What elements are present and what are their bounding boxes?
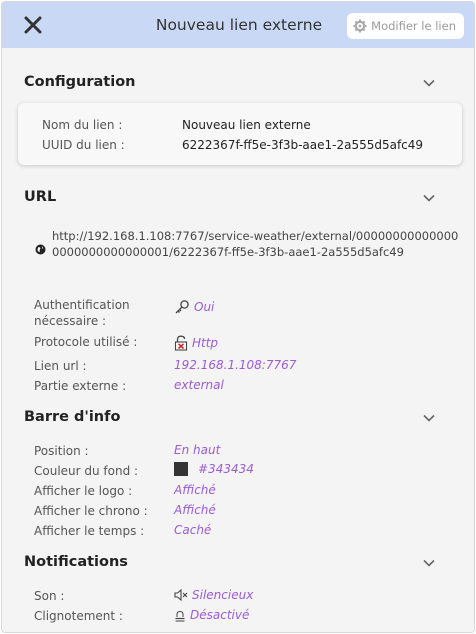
section-title-info-bar: Barre d'info — [24, 409, 121, 425]
show-time-value: Caché — [174, 523, 212, 537]
show-logo-value: Affiché — [174, 483, 216, 497]
notifications-toggle[interactable] — [422, 556, 436, 570]
external-part-label: Partie externe : — [34, 379, 127, 393]
sound-value: Silencieux — [192, 588, 254, 602]
link-uuid-value: 6222367f-ff5e-3f3b-aae1-2a555d5afc49 — [182, 138, 424, 152]
unlock-icon — [174, 335, 188, 351]
info-bar-toggle[interactable] — [422, 411, 436, 425]
edit-link-button[interactable]: Modifier le lien — [347, 13, 464, 39]
dialog: Nouveau lien externe Modifier le lien Co… — [1, 1, 475, 633]
dialog-body: Configuration Nom du lien : Nouveau lien… — [2, 48, 474, 632]
bell-off-icon — [175, 610, 185, 621]
chevron-down-icon — [423, 194, 435, 202]
link-url-label: Lien url : — [34, 359, 87, 373]
show-logo-label: Afficher le logo : — [34, 484, 133, 498]
position-value: En haut — [174, 443, 221, 457]
chevron-down-icon — [423, 559, 435, 567]
background-color-value: #343434 — [198, 462, 254, 476]
sound-value-container: Silencieux — [174, 588, 253, 602]
configuration-toggle[interactable] — [422, 76, 436, 90]
section-title-url: URL — [24, 189, 57, 205]
blink-label: Clignotement : — [34, 609, 123, 623]
section-title-configuration: Configuration — [24, 74, 136, 90]
chevron-down-icon — [423, 414, 435, 422]
link-name-value: Nouveau lien externe — [182, 118, 311, 132]
external-part-value: external — [174, 378, 224, 392]
position-label: Position : — [34, 444, 89, 458]
link-url-value[interactable]: 192.168.1.108:7767 — [174, 358, 296, 372]
protocol-value-container: Http — [174, 335, 218, 351]
blink-value: Désactivé — [190, 608, 250, 622]
edit-link-label: Modifier le lien — [371, 19, 456, 33]
background-color-container: #343434 — [174, 462, 254, 476]
section-title-notifications: Notifications — [24, 554, 128, 570]
url-toggle[interactable] — [422, 191, 436, 205]
sound-label: Son : — [34, 589, 65, 603]
protocol-label: Protocole utilisé : — [34, 335, 138, 349]
gear-icon — [353, 19, 367, 33]
auth-value: Oui — [194, 300, 215, 314]
link-name-label: Nom du lien : — [42, 118, 123, 132]
dialog-header: Nouveau lien externe Modifier le lien — [2, 2, 474, 48]
protocol-value: Http — [192, 336, 219, 350]
mute-icon — [174, 589, 188, 601]
show-time-label: Afficher le temps : — [34, 524, 145, 538]
full-url[interactable]: http://192.168.1.108:7767/service-weathe… — [52, 228, 464, 260]
configuration-card: Nom du lien : Nouveau lien externe UUID … — [18, 103, 462, 165]
chevron-down-icon — [423, 79, 435, 87]
color-swatch — [174, 462, 188, 476]
blink-value-container: Désactivé — [174, 608, 249, 622]
auth-value-container: Oui — [174, 299, 214, 315]
key-icon — [175, 300, 189, 314]
background-color-label: Couleur du fond : — [34, 464, 139, 478]
link-uuid-label: UUID du lien : — [42, 138, 125, 152]
show-chrono-label: Afficher le chrono : — [34, 504, 148, 518]
auth-label: Authentification nécessaire : — [34, 298, 130, 328]
globe-icon — [35, 244, 46, 255]
show-chrono-value: Affiché — [174, 503, 216, 517]
